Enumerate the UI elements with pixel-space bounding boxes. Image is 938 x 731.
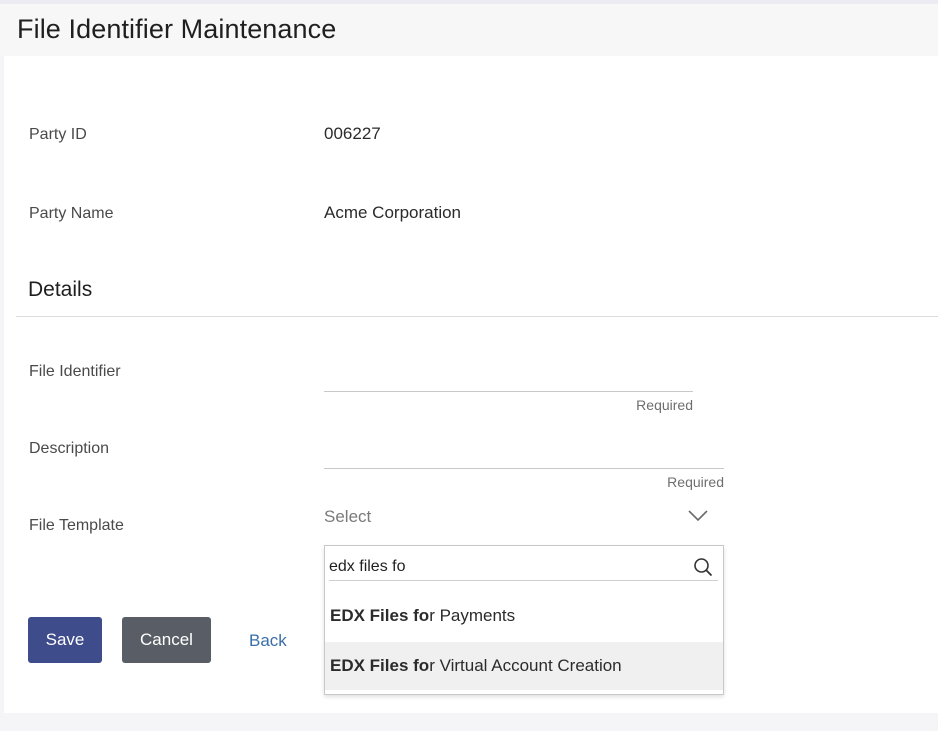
section-divider [16, 316, 938, 317]
dropdown-option-virtual-account-creation[interactable]: EDX Files for Virtual Account Creation [325, 642, 723, 690]
option-rest-text: r Payments [429, 606, 516, 625]
page-title: File Identifier Maintenance [17, 14, 337, 44]
page-header: File Identifier Maintenance [0, 4, 938, 56]
party-id-value: 006227 [324, 124, 381, 143]
back-link[interactable]: Back [249, 631, 287, 651]
save-button[interactable]: Save [28, 617, 102, 663]
option-match-text: EDX Files fo [330, 606, 430, 625]
party-name-label: Party Name [29, 205, 114, 222]
file-identifier-input[interactable] [324, 361, 693, 392]
details-section-title: Details [28, 278, 93, 301]
description-label: Description [29, 440, 110, 457]
party-name-value: Acme Corporation [324, 203, 462, 222]
file-template-dropdown: EDX Files for Payments EDX Files for Vir… [324, 545, 724, 695]
file-identifier-label: File Identifier [29, 363, 121, 380]
chevron-down-icon [688, 510, 708, 522]
file-template-label: File Template [29, 517, 124, 534]
description-required-hint: Required [667, 474, 724, 490]
dropdown-search-input[interactable] [329, 556, 679, 578]
file-template-selected-value: Select [324, 507, 372, 526]
option-rest-text: r Virtual Account Creation [429, 656, 622, 675]
party-id-label: Party ID [29, 126, 87, 143]
file-identifier-required-hint: Required [636, 397, 693, 413]
file-template-select[interactable]: Select [324, 500, 724, 536]
dropdown-search [329, 552, 718, 581]
dropdown-option-payments[interactable]: EDX Files for Payments [325, 592, 723, 640]
cancel-button[interactable]: Cancel [122, 617, 211, 663]
search-icon[interactable] [693, 557, 713, 577]
option-match-text: EDX Files fo [330, 656, 430, 675]
form-panel: Party ID 006227 Party Name Acme Corporat… [4, 56, 938, 713]
description-input[interactable] [324, 438, 724, 469]
